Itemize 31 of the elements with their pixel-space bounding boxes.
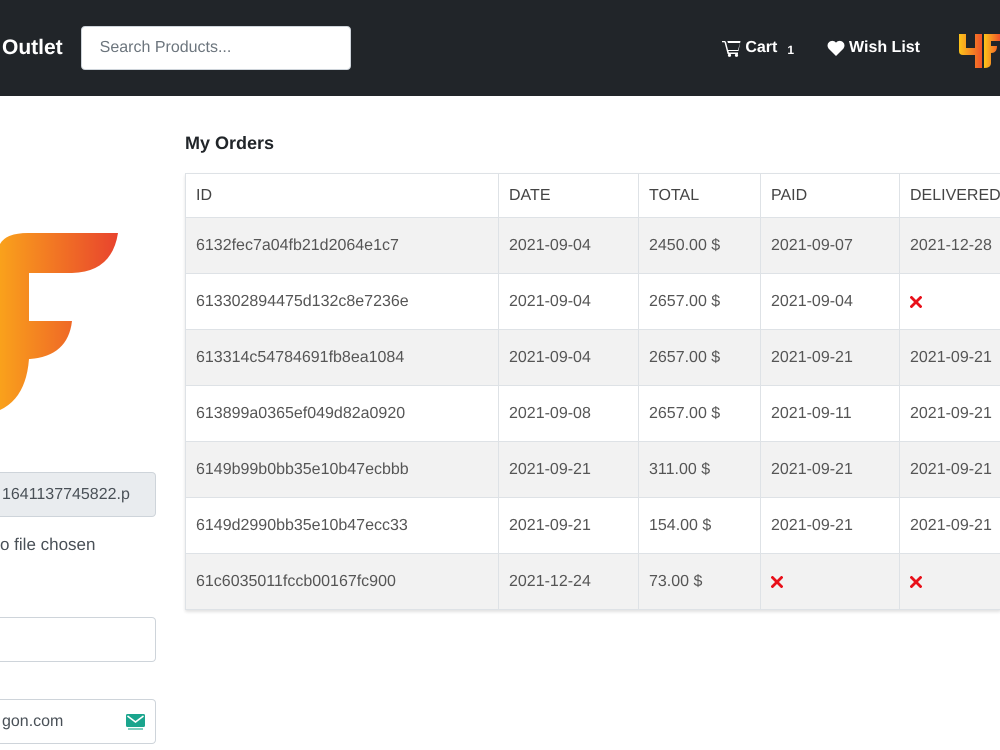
table-cell: 2021-09-21: [498, 442, 638, 498]
table-cell: 73.00 $: [638, 554, 760, 610]
email-field[interactable]: gon.com: [0, 699, 156, 744]
table-cell: 2021-09-04: [498, 218, 638, 274]
file-status-text: o file chosen: [0, 535, 96, 555]
table-cell: 6149b99b0bb35e10b47ecbbb: [186, 442, 498, 498]
table-cell: 2021-09-21: [900, 330, 1000, 386]
table-cell: 2021-09-21: [760, 442, 900, 498]
table-cell: 61c6035011fccb00167fc900: [186, 554, 498, 610]
table-cell: 2450.00 $: [638, 218, 760, 274]
table-cell: 2021-09-07: [760, 218, 900, 274]
cart-icon: [722, 40, 742, 56]
search-field[interactable]: Search Products...: [80, 26, 351, 70]
table-cell: 2021-12-28: [900, 218, 1000, 274]
brand-name[interactable]: Outlet: [2, 36, 63, 60]
orders-title: My Orders: [185, 133, 274, 155]
cart-count: 1: [787, 43, 794, 57]
wish-list-link[interactable]: Wish List: [827, 39, 920, 57]
table-cell: 2657.00 $: [638, 330, 760, 386]
heart-icon: [827, 40, 846, 56]
cart-link[interactable]: Cart 1: [722, 39, 794, 57]
table-cell: 613314c54784691fb8ea1084: [186, 330, 498, 386]
text-field[interactable]: [0, 617, 156, 662]
table-cell: 2021-09-21: [760, 330, 900, 386]
table-cell: 2021-09-21: [900, 442, 1000, 498]
table-cell: 2021-09-04: [498, 330, 638, 386]
column-header: ID: [186, 174, 498, 218]
table-cell: 2021-12-24: [498, 554, 638, 610]
table-cell: 311.00 $: [638, 442, 760, 498]
envelope-icon: [126, 714, 145, 730]
table-cell: 6132fec7a04fb21d2064e1c7: [186, 218, 498, 274]
